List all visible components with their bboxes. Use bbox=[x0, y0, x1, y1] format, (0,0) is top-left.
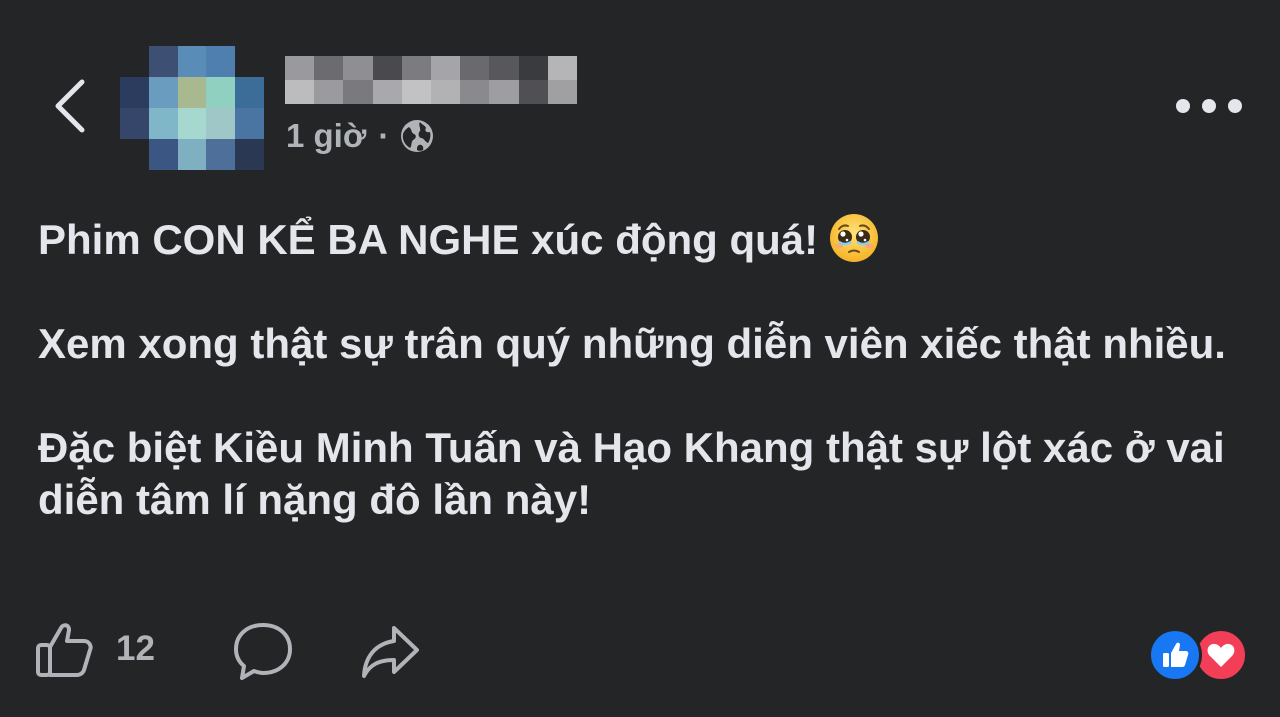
post-meta: 1 giờ · bbox=[286, 114, 435, 158]
post-paragraph: Xem xong thật sự trân quý những diễn viê… bbox=[38, 320, 1226, 367]
more-options-button[interactable] bbox=[1176, 92, 1242, 120]
chevron-left-icon bbox=[55, 79, 85, 133]
more-horizontal-icon bbox=[1228, 99, 1242, 113]
thumbs-up-outline-icon bbox=[36, 623, 93, 677]
comment-button[interactable] bbox=[232, 620, 294, 682]
more-horizontal-icon bbox=[1176, 99, 1190, 113]
globe-icon[interactable] bbox=[399, 118, 435, 154]
post-body: Phim CON KỂ BA NGHE xúc động quá! Xem xo… bbox=[38, 212, 1248, 526]
like-button[interactable]: 12 bbox=[34, 618, 155, 680]
meta-separator: · bbox=[378, 117, 390, 154]
post-line-1: Phim CON KỂ BA NGHE xúc động quá! bbox=[38, 216, 819, 263]
pleading-face-emoji bbox=[830, 214, 879, 262]
post-timestamp[interactable]: 1 giờ bbox=[286, 117, 366, 155]
post-paragraph: Phim CON KỂ BA NGHE xúc động quá! bbox=[38, 212, 1248, 266]
like-reaction-icon bbox=[1148, 628, 1202, 682]
share-arrow-icon bbox=[362, 626, 419, 678]
like-count[interactable]: 12 bbox=[116, 629, 155, 669]
love-reaction-icon bbox=[1194, 628, 1248, 682]
back-button[interactable] bbox=[48, 74, 96, 138]
author-name-blurred[interactable] bbox=[285, 56, 577, 104]
comment-bubble-icon bbox=[234, 623, 292, 680]
reaction-summary[interactable] bbox=[1148, 628, 1248, 682]
more-horizontal-icon bbox=[1202, 99, 1216, 113]
post-paragraph: Đặc biệt Kiều Minh Tuấn và Hạo Khang thậ… bbox=[38, 424, 1225, 523]
avatar[interactable] bbox=[120, 46, 264, 170]
share-button[interactable] bbox=[360, 620, 422, 682]
